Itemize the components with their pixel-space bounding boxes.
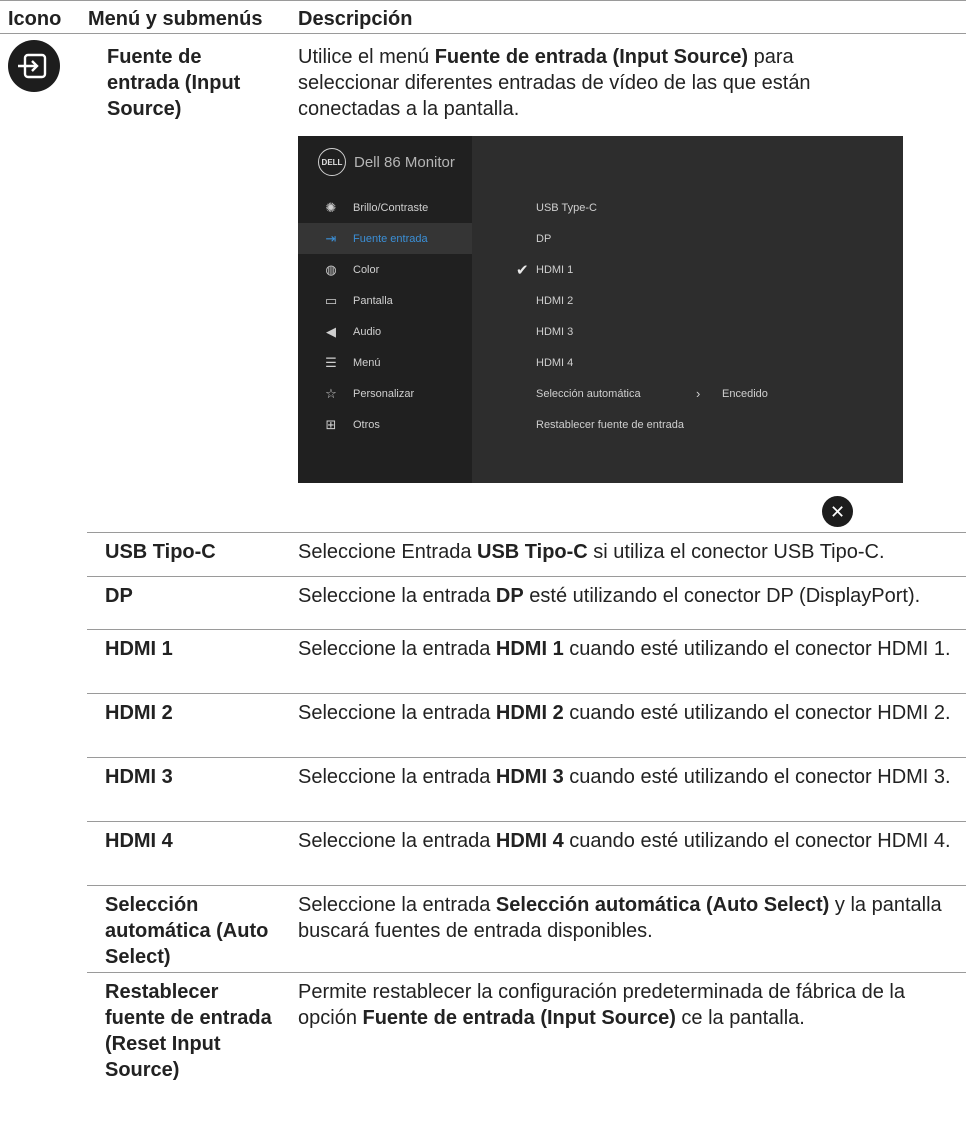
osd-option[interactable]: ✔ HDMI 1 bbox=[516, 254, 896, 285]
osd-option[interactable]: HDMI 3 bbox=[536, 316, 896, 347]
table-row: DP Seleccione la entrada DP esté utilizan… bbox=[87, 576, 966, 629]
input-source-icon bbox=[8, 40, 60, 92]
submenu-description: Seleccione la entrada HDMI 2 cuando esté… bbox=[298, 702, 951, 724]
submenu-table: USB Tipo-C Seleccione Entrada USB Tipo-C … bbox=[87, 532, 966, 1128]
star-icon: ☆ bbox=[325, 386, 337, 401]
osd-sidebar: DELL Dell 86 Monitor ✺ Brillo/Contraste ⇥ F… bbox=[298, 136, 472, 483]
section-title: Fuente de entrada (Input Source) bbox=[107, 46, 241, 120]
submenu-name: USB Tipo-C bbox=[105, 541, 216, 563]
palette-icon: ◍ bbox=[325, 262, 337, 277]
top-rule bbox=[0, 0, 966, 1]
submenu-description: Seleccione la entrada HDMI 4 cuando esté… bbox=[298, 830, 951, 852]
osd-nav-label: Audio bbox=[353, 325, 382, 338]
header-desc-col: Descripción bbox=[298, 8, 413, 30]
osd-option[interactable]: HDMI 4 bbox=[536, 347, 896, 378]
osd-option-label: HDMI 4 bbox=[536, 356, 574, 369]
osd-nav-item[interactable]: ☆ Personalizar bbox=[298, 378, 472, 409]
osd-options: USB Type-C DP ✔ HDMI 1 HDMI 2 HDMI 3 HDMI 4 Sel… bbox=[516, 192, 896, 440]
speaker-icon: ◀ bbox=[326, 324, 336, 339]
table-row: HDMI 3 Seleccione la entrada HDMI 3 cuand… bbox=[87, 757, 966, 821]
input-icon: ⇥ bbox=[325, 231, 337, 246]
osd-option-label: Selección automática bbox=[536, 387, 641, 400]
submenu-description: Seleccione la entrada Selección automáti… bbox=[298, 894, 942, 942]
osd-nav-label: Pantalla bbox=[353, 294, 393, 307]
close-icon[interactable]: ✕ bbox=[822, 496, 853, 527]
sliders-icon: ⊞ bbox=[325, 417, 337, 432]
osd-nav-item[interactable]: ▭ Pantalla bbox=[298, 285, 472, 316]
osd-option-value: Encedido bbox=[722, 387, 768, 400]
sun-icon: ✺ bbox=[325, 200, 337, 215]
osd-nav-label: Fuente entrada bbox=[353, 232, 428, 245]
monitor-icon: ▭ bbox=[324, 293, 338, 308]
table-row: HDMI 2 Seleccione la entrada HDMI 2 cuand… bbox=[87, 693, 966, 757]
osd-option-label: DP bbox=[536, 232, 552, 245]
submenu-description: Seleccione la entrada HDMI 3 cuando esté… bbox=[298, 766, 951, 788]
osd-nav-item[interactable]: ✺ Brillo/Contraste bbox=[298, 192, 472, 223]
table-row: HDMI 4 Seleccione la entrada HDMI 4 cuand… bbox=[87, 821, 966, 885]
osd-title: Dell 86 Monitor bbox=[354, 153, 455, 171]
submenu-name: HDMI 1 bbox=[105, 638, 173, 660]
table-row: Restablecer fuente de entrada (Reset Inp… bbox=[87, 972, 966, 1128]
osd-option-label: HDMI 2 bbox=[536, 294, 574, 307]
submenu-name: HDMI 2 bbox=[105, 702, 173, 724]
header-menu-col: Menú y submenús bbox=[88, 8, 263, 30]
osd-option[interactable]: DP bbox=[536, 223, 896, 254]
submenu-name: HDMI 3 bbox=[105, 766, 173, 788]
osd-nav-label: Otros bbox=[353, 418, 380, 431]
osd-nav-label: Brillo/Contraste bbox=[353, 201, 429, 214]
submenu-name: Selección automática (Auto Select) bbox=[105, 894, 269, 968]
osd-nav-label: Color bbox=[353, 263, 380, 276]
osd-nav-item[interactable]: ⇥ Fuente entrada bbox=[298, 223, 472, 254]
submenu-name: HDMI 4 bbox=[105, 830, 173, 852]
dell-logo: DELL bbox=[318, 148, 346, 176]
checkmark-icon: ✔ bbox=[516, 261, 529, 279]
submenu-description: Seleccione la entrada DP esté utilizando… bbox=[298, 585, 921, 607]
table-row: USB Tipo-C Seleccione Entrada USB Tipo-C … bbox=[87, 532, 966, 576]
chevron-right-icon: › bbox=[696, 386, 701, 401]
osd-nav-item[interactable]: ◍ Color bbox=[298, 254, 472, 285]
submenu-name: DP bbox=[105, 585, 133, 607]
osd-nav-label: Personalizar bbox=[353, 387, 415, 400]
osd-brand: DELL Dell 86 Monitor bbox=[318, 148, 455, 176]
section-intro: Utilice el menú Fuente de entrada (Input… bbox=[298, 46, 811, 120]
table-row: HDMI 1 Seleccione la entrada HDMI 1 cuand… bbox=[87, 629, 966, 693]
osd-option[interactable]: Restablecer fuente de entrada bbox=[536, 409, 896, 440]
osd-option-label: USB Type-C bbox=[536, 201, 597, 214]
osd-option-label: HDMI 3 bbox=[536, 325, 574, 338]
osd-option[interactable]: Selección automática › Encedido bbox=[536, 378, 896, 409]
osd-option-label: HDMI 1 bbox=[536, 263, 574, 276]
header-rule bbox=[0, 33, 966, 34]
header-icon-col: Icono bbox=[8, 8, 62, 30]
osd-option[interactable]: HDMI 2 bbox=[536, 285, 896, 316]
osd-nav: ✺ Brillo/Contraste ⇥ Fuente entrada ◍ Color ▭ P… bbox=[298, 192, 472, 440]
osd-nav-label: Menú bbox=[353, 356, 381, 369]
osd-screenshot: DELL Dell 86 Monitor ✺ Brillo/Contraste ⇥ F… bbox=[298, 136, 903, 483]
osd-nav-item[interactable]: ☰ Menú bbox=[298, 347, 472, 378]
osd-option[interactable]: USB Type-C bbox=[536, 192, 896, 223]
osd-nav-item[interactable]: ◀ Audio bbox=[298, 316, 472, 347]
table-row: Selección automática (Auto Select) Selecc… bbox=[87, 885, 966, 972]
osd-nav-item[interactable]: ⊞ Otros bbox=[298, 409, 472, 440]
submenu-description: Seleccione Entrada USB Tipo-C si utiliza… bbox=[298, 541, 885, 563]
osd-option-label: Restablecer fuente de entrada bbox=[536, 418, 684, 431]
submenu-name: Restablecer fuente de entrada (Reset Inp… bbox=[105, 981, 272, 1081]
menu-icon: ☰ bbox=[325, 355, 337, 370]
submenu-description: Seleccione la entrada HDMI 1 cuando esté… bbox=[298, 638, 951, 660]
submenu-description: Permite restablecer la configuración pre… bbox=[298, 981, 906, 1029]
